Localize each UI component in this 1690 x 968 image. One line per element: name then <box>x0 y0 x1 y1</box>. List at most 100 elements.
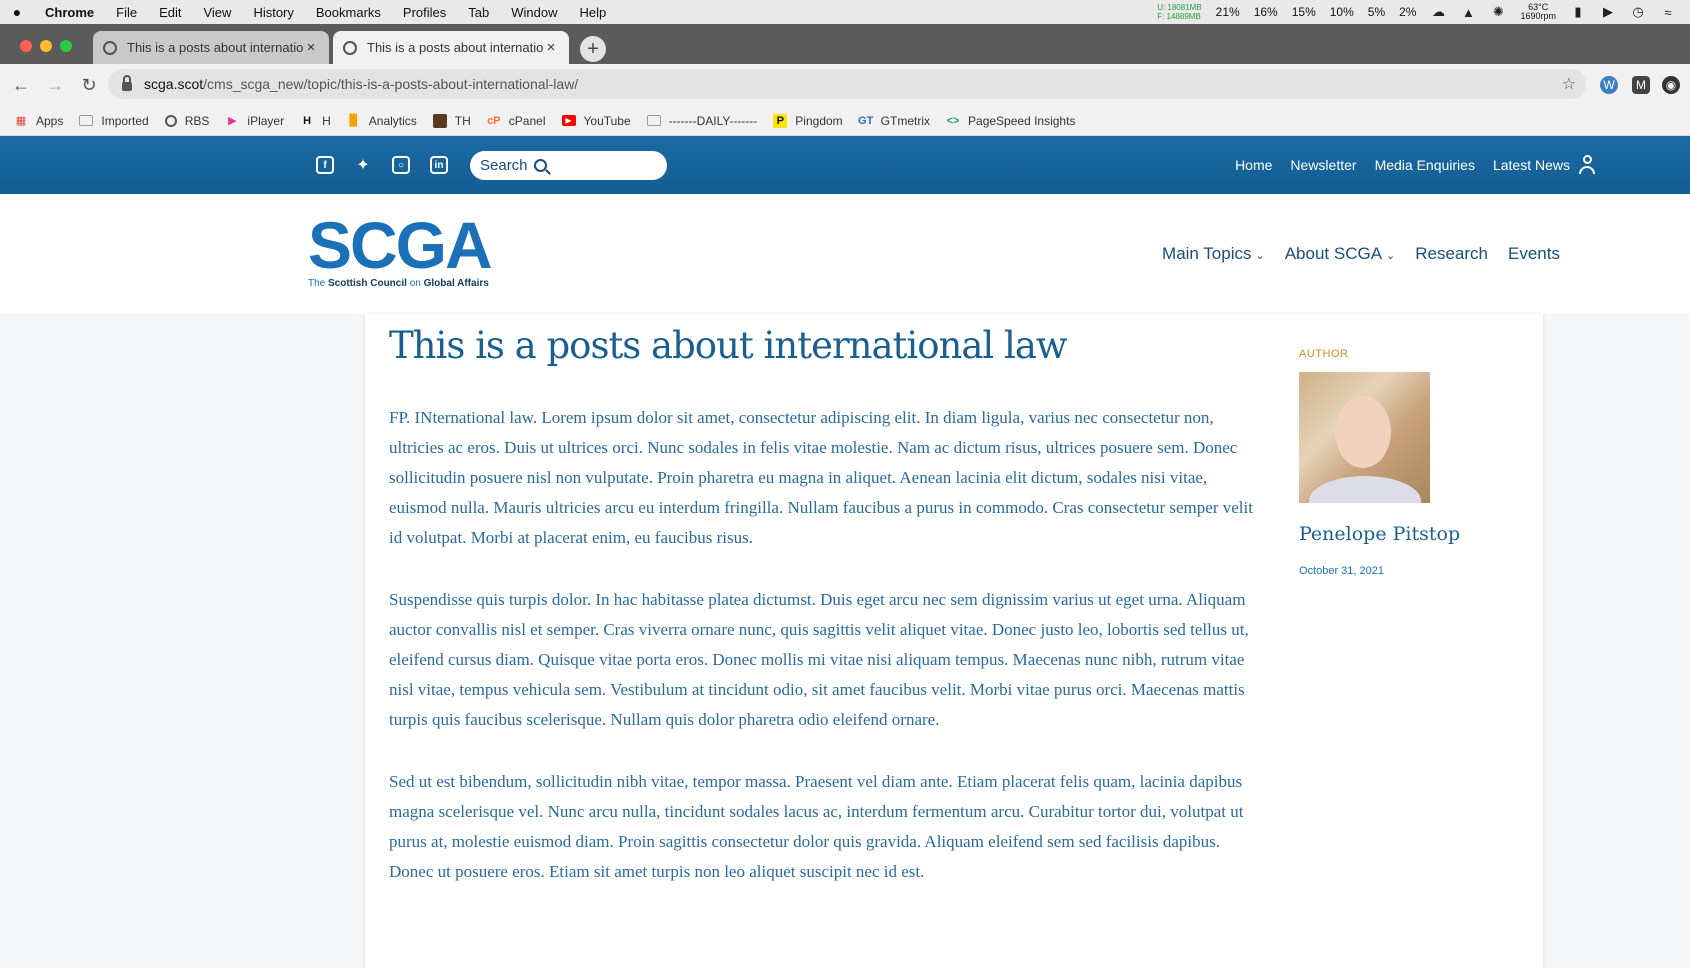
wifi-icon[interactable]: ≈ <box>1660 5 1676 20</box>
notification-icon[interactable]: ▮ <box>1570 4 1586 19</box>
menu-edit[interactable]: Edit <box>148 5 192 20</box>
bookmark-apps[interactable]: ▦ Apps <box>14 114 64 128</box>
bookmark-label: Imported <box>101 113 149 128</box>
macos-menubar: ● Chrome File Edit View History Bookmark… <box>0 0 1690 24</box>
nav-research[interactable]: Research <box>1415 244 1488 264</box>
temperature-readout[interactable]: 63°C 1690rpm <box>1520 3 1556 21</box>
wordpress-extension-icon[interactable]: W <box>1600 76 1618 94</box>
social-links: f ✦ ○ in <box>316 156 448 174</box>
scga-logo[interactable]: SCGA The Scottish Council on Global Affa… <box>308 208 493 289</box>
close-tab-icon[interactable]: × <box>543 39 559 56</box>
address-bar[interactable]: scga.scot/cms_scga_new/topic/this-is-a-p… <box>108 69 1586 99</box>
cpanel-icon: cP <box>487 114 501 127</box>
nav-about-scga[interactable]: About SCGA ⌄ <box>1285 244 1396 264</box>
bookmark-label: Pingdom <box>795 113 843 128</box>
bookmark-analytics[interactable]: ▉ Analytics <box>347 114 417 128</box>
bookmark-cpanel[interactable]: cP cPanel <box>487 113 546 128</box>
menu-file[interactable]: File <box>105 5 148 20</box>
status-area: U: 18081MB F: 14889MB 21% 16% 15% 10% 5%… <box>1157 3 1690 22</box>
pagespeed-icon: <> <box>946 114 960 127</box>
nav-home[interactable]: Home <box>1235 157 1272 173</box>
author-label: AUTHOR <box>1299 348 1349 360</box>
bookmark-label: iPlayer <box>247 113 285 128</box>
nav-newsletter[interactable]: Newsletter <box>1290 157 1356 173</box>
nav-media-enquiries[interactable]: Media Enquiries <box>1375 157 1475 173</box>
gtmetrix-icon: GT <box>858 114 874 127</box>
memory-readout[interactable]: U: 18081MB F: 14889MB <box>1157 3 1201 21</box>
bookmark-th[interactable]: TH <box>432 113 471 128</box>
flame-icon[interactable]: ▲ <box>1460 5 1476 20</box>
youtube-icon: ▶ <box>561 115 576 126</box>
bookmark-rbs[interactable]: RBS <box>164 114 209 128</box>
author-name[interactable]: Penelope Pitstop <box>1299 523 1519 545</box>
linkedin-icon[interactable]: in <box>430 156 448 174</box>
chevron-down-icon: ⌄ <box>1386 250 1396 262</box>
folder-icon <box>79 115 94 126</box>
bookmark-iplayer[interactable]: ▶ iPlayer <box>225 114 284 128</box>
analytics-icon: ▉ <box>349 115 358 127</box>
cpu-core-5: 5% <box>1367 5 1386 19</box>
bookmark-pingdom[interactable]: P Pingdom <box>773 113 843 128</box>
search-icon[interactable] <box>533 159 547 172</box>
apple-icon[interactable]: ● <box>0 4 34 20</box>
tab-1[interactable]: This is a posts about internatio × <box>93 31 329 64</box>
menu-help[interactable]: Help <box>569 5 618 20</box>
iplayer-icon: ▶ <box>228 115 237 127</box>
bookmark-label: Analytics <box>368 113 417 128</box>
minimize-window-button[interactable] <box>40 40 52 52</box>
facebook-icon[interactable]: f <box>316 156 334 174</box>
nav-events[interactable]: Events <box>1508 244 1560 264</box>
bookmark-pagespeed[interactable]: <> PageSpeed Insights <box>946 113 1076 128</box>
reload-icon[interactable]: ↻ <box>76 75 102 96</box>
chevron-down-icon: ⌄ <box>1255 250 1265 262</box>
author-photo[interactable] <box>1299 372 1430 503</box>
memory-used: U: 18081MB <box>1157 3 1202 12</box>
globe-icon <box>343 40 357 55</box>
new-tab-button[interactable]: + <box>580 36 606 62</box>
menu-bookmarks[interactable]: Bookmarks <box>305 5 392 20</box>
bookmark-imported[interactable]: Imported <box>79 113 149 128</box>
bookmark-daily[interactable]: -------DAILY------- <box>646 114 757 128</box>
tab-2-active[interactable]: This is a posts about internatio × <box>333 31 569 64</box>
article: This is a posts about international law … <box>389 324 1261 919</box>
menu-profiles[interactable]: Profiles <box>392 5 457 20</box>
bookmark-h[interactable]: H H <box>300 114 331 128</box>
lock-icon[interactable] <box>122 74 132 91</box>
logo-mark: SCGA <box>308 208 493 282</box>
h-icon: H <box>303 114 312 127</box>
search-input[interactable]: Search <box>470 151 667 180</box>
window-controls <box>20 40 72 52</box>
twitter-icon[interactable]: ✦ <box>354 156 372 174</box>
clock-icon[interactable]: ◷ <box>1630 4 1646 19</box>
article-paragraph: Sed ut est bibendum, sollicitudin nibh v… <box>389 772 1244 881</box>
nav-main-topics[interactable]: Main Topics ⌄ <box>1162 244 1265 264</box>
bookmark-label: cPanel <box>508 113 546 128</box>
menu-tab[interactable]: Tab <box>457 5 500 20</box>
site-header: SCGA The Scottish Council on Global Affa… <box>0 194 1690 314</box>
fan-icon[interactable]: ✺ <box>1490 4 1506 19</box>
bookmark-gtmetrix[interactable]: GT GTmetrix <box>858 114 930 128</box>
menu-window[interactable]: Window <box>500 5 568 20</box>
forward-icon[interactable]: → <box>42 75 68 96</box>
menu-history[interactable]: History <box>242 5 304 20</box>
m-extension-icon[interactable]: M <box>1632 76 1650 94</box>
bookmark-youtube[interactable]: ▶ YouTube <box>561 114 631 128</box>
user-account-icon[interactable] <box>1578 155 1596 175</box>
tab-title: This is a posts about internatio <box>367 40 543 55</box>
menu-app-chrome[interactable]: Chrome <box>34 5 105 20</box>
instagram-icon[interactable]: ○ <box>392 156 410 174</box>
panda-extension-icon[interactable]: ◉ <box>1662 76 1680 94</box>
close-tab-icon[interactable]: × <box>303 39 319 56</box>
back-icon[interactable]: ← <box>8 75 34 96</box>
maximize-window-button[interactable] <box>60 40 72 52</box>
browser-tab-strip: This is a posts about internatio × This … <box>0 24 1690 64</box>
creative-cloud-icon[interactable]: ☁ <box>1430 4 1446 19</box>
nav-latest-news[interactable]: Latest News <box>1493 157 1570 173</box>
bookmark-label: PageSpeed Insights <box>968 113 1076 128</box>
bookmark-star-icon[interactable]: ☆ <box>1562 74 1576 94</box>
close-window-button[interactable] <box>20 40 32 52</box>
play-icon[interactable]: ▶ <box>1600 4 1616 19</box>
fan-speed: 1690rpm <box>1520 11 1556 21</box>
bookmark-label: H <box>322 113 331 128</box>
menu-view[interactable]: View <box>192 5 242 20</box>
